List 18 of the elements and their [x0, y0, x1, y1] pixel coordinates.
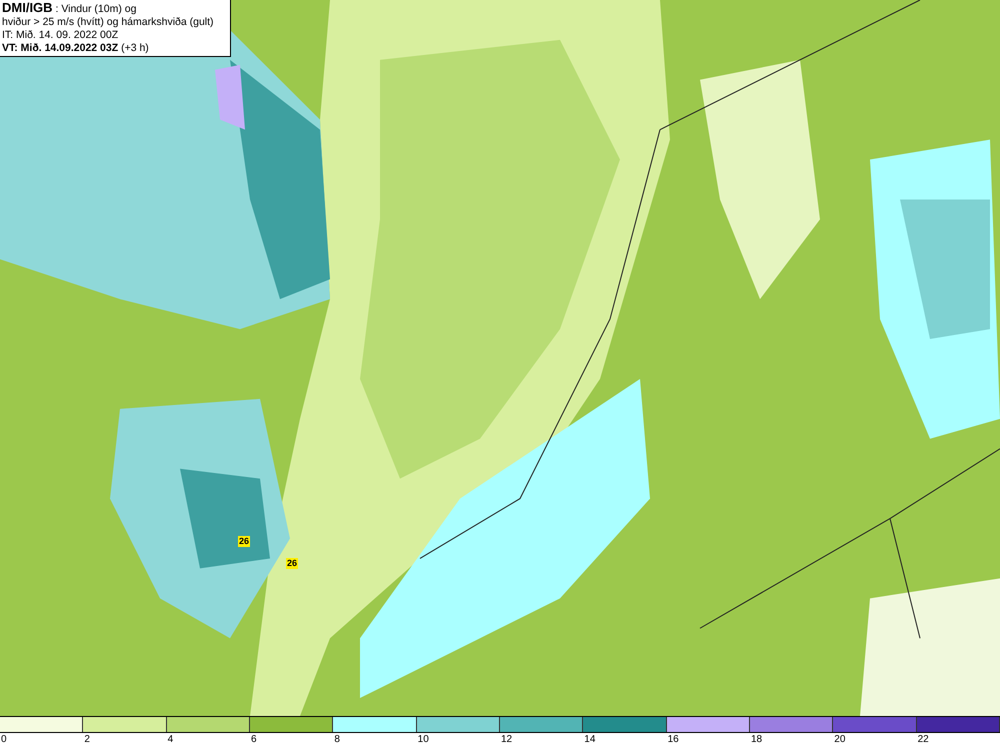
info-text: DMI/IGB : Vindur (10m) og: [2, 1, 138, 16]
info-text: hviður > 25 m/s (hvítt) og hámarkshviða (gult): [2, 16, 215, 29]
gust-value-label: 26: [238, 536, 250, 547]
legend-tick-label: 8: [334, 734, 340, 745]
legend-tick-label: 12: [500, 734, 512, 745]
legend-tick-label: 0: [1, 734, 7, 745]
info-text: IT: Mið. 14. 09. 2022 00Z: [2, 29, 120, 42]
legend-tick-label: 14: [584, 734, 596, 745]
legend-tick-label: 20: [834, 734, 846, 745]
legend-tick-label: 18: [750, 734, 762, 745]
gust-value-label: 26: [286, 558, 298, 569]
legend-tick-label: 16: [668, 734, 679, 745]
legend-tick-label: 2: [84, 734, 90, 745]
legend-tick-label: 6: [250, 734, 257, 745]
legend-tick-label: 22: [918, 734, 929, 745]
legend-tick-label: 10: [418, 734, 429, 745]
legend-tick-label: 4: [168, 734, 174, 745]
info-text: VT: Mið. 14.09.2022 03Z (+3 h): [2, 42, 150, 55]
